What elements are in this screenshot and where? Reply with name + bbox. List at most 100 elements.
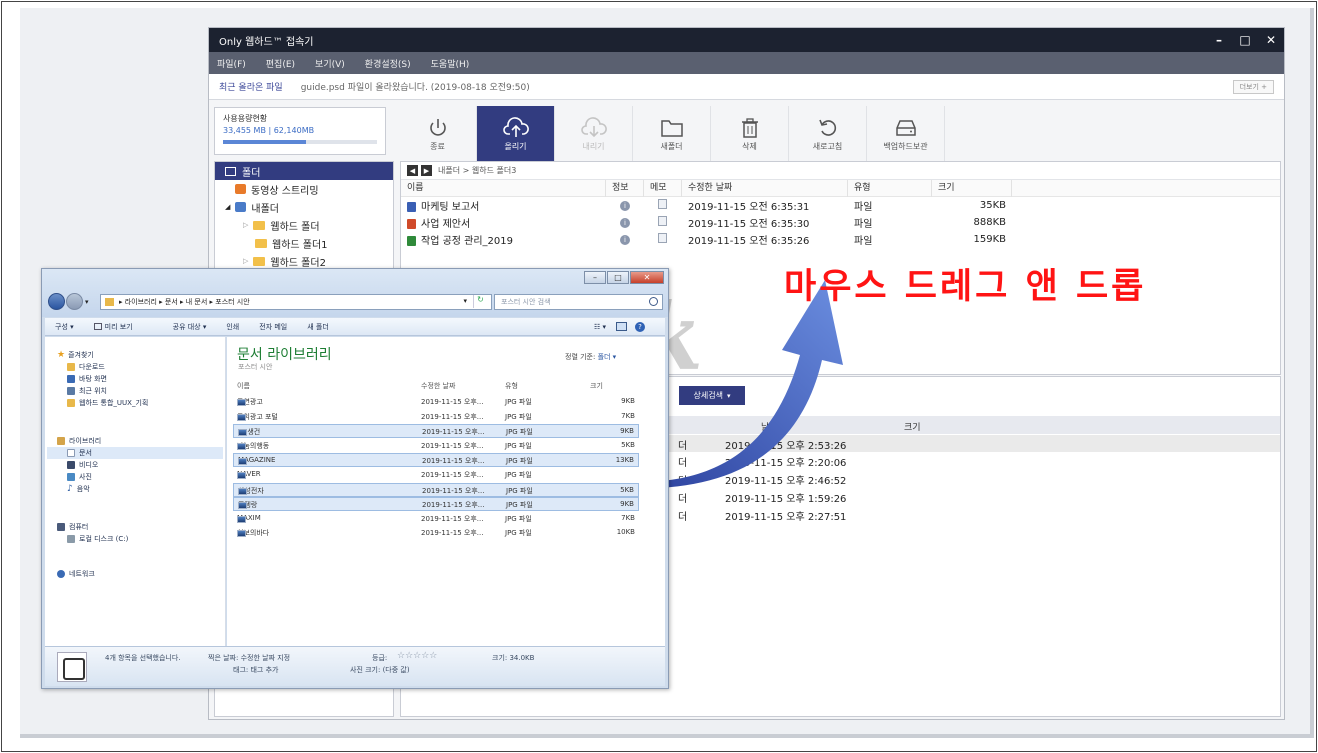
share-button[interactable]: 공유 대상 ▾ [173, 322, 207, 332]
tree-item-webhard-folder1[interactable]: 웹하드 폴더1 [215, 234, 393, 252]
menu-view[interactable]: 보기(V) [315, 57, 345, 70]
row-date: 2019-11-15 오후 1:59:26 [725, 494, 847, 505]
nav-local-disk[interactable]: 로컬 디스크 (C:) [67, 533, 128, 545]
nav-desktop[interactable]: 바탕 화면 [67, 373, 107, 385]
folder-tree-header[interactable]: 폴더 [215, 162, 393, 180]
menu-file[interactable]: 파일(F) [217, 57, 246, 70]
email-button[interactable]: 전자 메일 [259, 322, 287, 332]
upload-button[interactable]: 올리기 [477, 106, 555, 161]
chevron-down-icon[interactable]: ▾ [85, 298, 89, 306]
list-item[interactable]: LG생건 2019-11-15 오후... JPG 파일 9KB [233, 424, 639, 439]
forward-arrow-icon[interactable]: ▶ [421, 165, 432, 176]
refresh-icon[interactable]: ↻ [473, 295, 487, 308]
col-type[interactable]: 유형 [848, 179, 932, 197]
nav-documents[interactable]: 문서 [47, 447, 223, 459]
nav-network[interactable]: 네트워크 [57, 568, 95, 580]
notice-text[interactable]: guide.psd 파일이 올라왔습니다. (2019-08-18 오전9:50… [301, 80, 530, 93]
file-date: 2019-11-15 오후... [421, 398, 484, 406]
info-icon[interactable]: i [620, 201, 630, 211]
back-arrow-icon[interactable] [48, 293, 65, 310]
list-item[interactable]: 나눔의행동 2019-11-15 오후... JPG 파일 5KB [233, 439, 639, 453]
list-item[interactable]: NAVER 2019-11-15 오후... JPG 파일 [233, 468, 639, 482]
col-size[interactable]: 크기 [932, 179, 1012, 197]
tree-item-webhard-folder[interactable]: ▷ 웹하드 폴더 [215, 216, 393, 234]
menu-settings[interactable]: 환경설정(S) [365, 57, 411, 70]
address-dropdown-icon[interactable]: ▾ [463, 297, 467, 305]
preview-pane-icon[interactable] [616, 322, 627, 331]
rating-stars[interactable]: ☆☆☆☆☆ [397, 651, 437, 661]
menu-edit[interactable]: 편집(E) [266, 57, 295, 70]
new-folder-button[interactable]: 새폴더 [633, 106, 711, 161]
delete-button[interactable]: 삭제 [711, 106, 789, 161]
close-button[interactable]: ✕ [630, 271, 664, 284]
organize-button[interactable]: 구성 ▾ [55, 322, 74, 332]
tree-item-streaming[interactable]: 동영상 스트리밍 [215, 180, 393, 198]
exit-button[interactable]: 종료 [399, 106, 477, 161]
view-options-icon[interactable]: ☷ ▾ [594, 323, 606, 331]
list-item[interactable]: MAGAZINE 2019-11-15 오후... JPG 파일 13KB [233, 453, 639, 468]
sort-control[interactable]: 정렬 기준: 폴더 ▾ [565, 352, 616, 362]
col-modified[interactable]: 수정한 날짜 [421, 381, 455, 391]
table-row[interactable]: 작업 공정 관리_2019 i 2019-11-15 오전 6:35:26 파일… [401, 231, 1280, 248]
table-row[interactable]: 사업 제안서 i 2019-11-15 오전 6:35:30 파일 888KB [401, 214, 1280, 231]
breadcrumb-path[interactable]: 내폴더 > 웹하드 폴더3 [438, 165, 516, 176]
forward-arrow-icon[interactable] [66, 293, 83, 310]
file-name: 사업 제안서 [421, 219, 471, 230]
notice-more-button[interactable]: 더보기 + [1232, 79, 1274, 94]
col-size[interactable]: 크기 [904, 420, 921, 433]
col-type[interactable]: 유형 [505, 381, 518, 391]
info-icon[interactable]: i [620, 218, 630, 228]
memo-icon[interactable] [658, 199, 667, 209]
address-bar[interactable]: ▸ 라이브러리 ▸ 문서 ▸ 내 문서 ▸ 포스터 시안 ▾ [100, 294, 492, 310]
maximize-button[interactable]: □ [607, 271, 629, 284]
refresh-button[interactable]: 새로고침 [789, 106, 867, 161]
col-name[interactable]: 이름 [237, 381, 250, 391]
list-item[interactable]: 청보의바다 2019-11-15 오후... JPG 파일 10KB [233, 526, 639, 540]
image-file-icon [238, 429, 247, 437]
back-arrow-icon[interactable]: ◀ [407, 165, 418, 176]
nav-webhard-uux[interactable]: 웹하드 통합_UUX_기획 [67, 397, 148, 409]
minimize-button[interactable]: – [1206, 33, 1232, 47]
presentation-icon [407, 219, 416, 229]
tags[interactable]: 태그: 태그 추가 [233, 665, 278, 675]
info-icon[interactable]: i [620, 235, 630, 245]
nav-favorites[interactable]: ★ 즐겨찾기 [57, 349, 94, 361]
minimize-button[interactable]: – [584, 271, 606, 284]
search-input[interactable]: 포스터 시안 검색 [494, 294, 663, 310]
memo-icon[interactable] [658, 233, 667, 243]
list-item[interactable]: MAXIM 2019-11-15 오후... JPG 파일 7KB [233, 512, 639, 526]
backup-hard-button[interactable]: 백업하드보관 [867, 106, 945, 161]
download-button[interactable]: 내리기 [555, 106, 633, 161]
nav-computer[interactable]: 컴퓨터 [57, 521, 88, 533]
list-item[interactable]: 공연광고 2019-11-15 오후... JPG 파일 9KB [233, 395, 639, 409]
list-item[interactable]: 풍뎅랑 2019-11-15 오후... JPG 파일 9KB [233, 497, 639, 512]
preview-button[interactable]: 미리 보기 [93, 322, 153, 332]
list-item[interactable]: 공익광고 포털 2019-11-15 오후... JPG 파일 7KB [233, 410, 639, 424]
library-subtitle[interactable]: 포스터 시안 [238, 362, 272, 372]
print-button[interactable]: 인쇄 [226, 322, 239, 332]
menu-help[interactable]: 도움말(H) [431, 57, 470, 70]
nav-downloads[interactable]: 다운로드 [67, 361, 105, 373]
memo-icon[interactable] [658, 216, 667, 226]
new-folder-button[interactable]: 새 폴더 [307, 322, 329, 332]
nav-music[interactable]: ♪ 음악 [67, 483, 90, 495]
nav-pictures[interactable]: 사진 [67, 471, 92, 483]
nav-buttons: ▾ [48, 293, 89, 310]
table-row[interactable]: 마케팅 보고서 i 2019-11-15 오전 6:35:31 파일 35KB [401, 197, 1280, 214]
col-memo[interactable]: 메모 [644, 179, 682, 197]
maximize-button[interactable]: □ [1232, 33, 1258, 47]
close-button[interactable]: ✕ [1258, 33, 1284, 47]
nav-libraries[interactable]: 라이브러리 [57, 435, 101, 447]
search-icon[interactable] [649, 297, 658, 306]
col-modified[interactable]: 수정한 날짜 [682, 179, 848, 197]
list-item[interactable]: 삼성전자 2019-11-15 오후... JPG 파일 5KB [233, 482, 639, 497]
col-info[interactable]: 정보 [606, 179, 644, 197]
help-icon[interactable]: ? [635, 321, 645, 332]
notice-label: 최근 올라온 파일 [219, 83, 283, 93]
nav-recent[interactable]: 최근 위치 [67, 385, 107, 397]
tree-item-my-folder[interactable]: ◢ 내폴더 [215, 198, 393, 216]
nav-videos[interactable]: 비디오 [67, 459, 98, 471]
col-size[interactable]: 크기 [590, 381, 603, 391]
streaming-icon [235, 184, 246, 194]
col-name[interactable]: 이름 [401, 179, 606, 197]
